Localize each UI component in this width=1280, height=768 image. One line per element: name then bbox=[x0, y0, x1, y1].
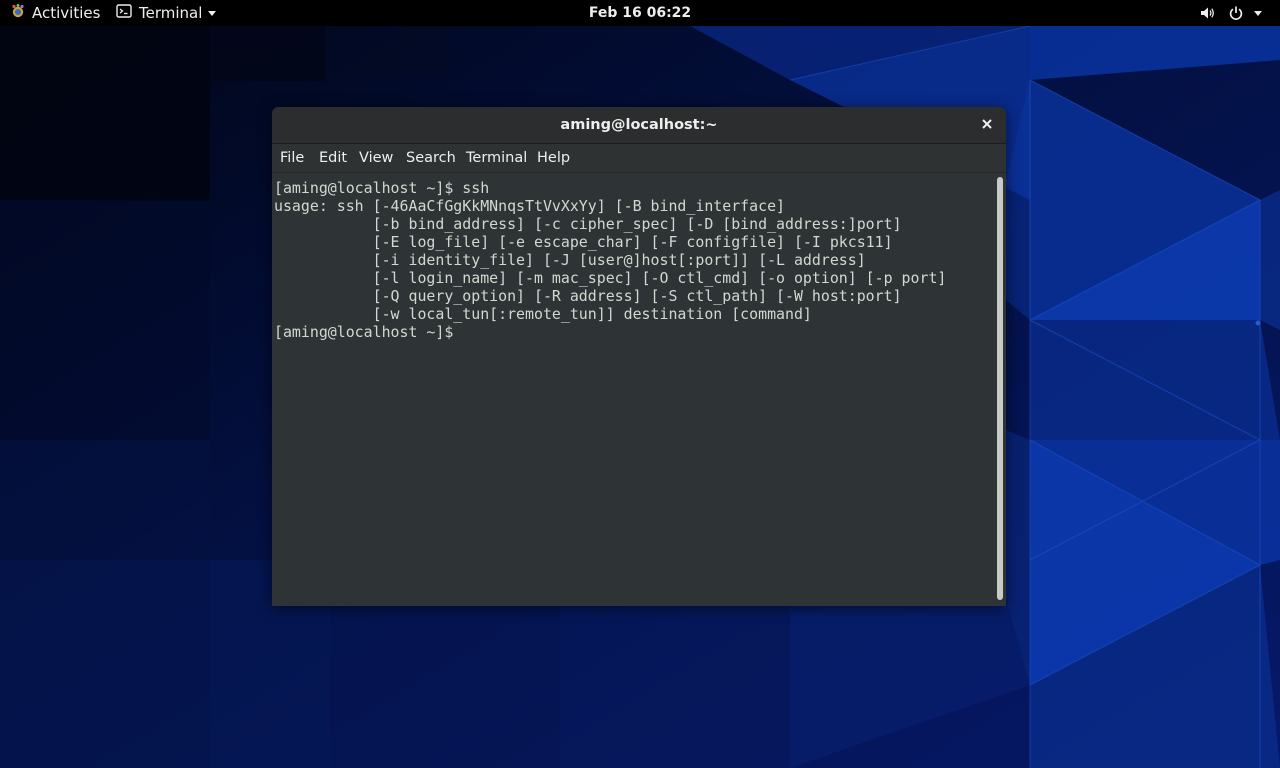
chevron-down-icon bbox=[208, 10, 217, 16]
terminal-output-area[interactable]: [aming@localhost ~]$ ssh usage: ssh [-46A… bbox=[272, 173, 1006, 606]
power-icon[interactable] bbox=[1228, 0, 1244, 26]
menu-file[interactable]: File bbox=[280, 144, 304, 172]
terminal-line: [aming@localhost ~]$ ssh bbox=[274, 179, 490, 197]
terminal-line: [-w local_tun[:remote_tun]] destination … bbox=[274, 305, 812, 323]
window-titlebar[interactable]: aming@localhost:~ bbox=[272, 107, 1006, 144]
terminal-line: [-i identity_file] [-J [user@]host[:port… bbox=[274, 251, 866, 269]
terminal-line: [-E log_file] [-e escape_char] [-F confi… bbox=[274, 233, 893, 251]
terminal-scrollbar[interactable] bbox=[994, 173, 1006, 606]
terminal-line: [-Q query_option] [-R address] [-S ctl_p… bbox=[274, 287, 902, 305]
menu-view[interactable]: View bbox=[359, 144, 393, 172]
volume-icon[interactable] bbox=[1200, 0, 1216, 26]
scrollbar-thumb[interactable] bbox=[997, 177, 1003, 600]
menu-bar: File Edit View Search Terminal Help bbox=[272, 144, 1006, 173]
terminal-line: usage: ssh [-46AaCfGgKkMNnqsTtVvXxYy] [-… bbox=[274, 197, 786, 215]
terminal-text: [aming@localhost ~]$ ssh usage: ssh [-46A… bbox=[274, 179, 946, 341]
terminal-icon bbox=[116, 3, 132, 23]
gnome-foot-icon bbox=[10, 3, 26, 23]
system-menu-chevron-down-icon[interactable] bbox=[1254, 0, 1262, 26]
app-menu-button[interactable]: Terminal bbox=[116, 0, 217, 26]
top-bar: Activities Terminal Feb 16 06:22 bbox=[0, 0, 1280, 26]
terminal-window: aming@localhost:~ File Edit View Search … bbox=[272, 107, 1006, 606]
activities-label: Activities bbox=[32, 4, 101, 22]
terminal-cursor bbox=[462, 324, 471, 340]
menu-search[interactable]: Search bbox=[406, 144, 456, 172]
clock-button[interactable]: Feb 16 06:22 bbox=[589, 5, 691, 21]
window-title: aming@localhost:~ bbox=[560, 117, 718, 133]
chevron-down-icon bbox=[1254, 10, 1262, 16]
terminal-prompt: [aming@localhost ~]$ bbox=[274, 323, 463, 341]
close-button[interactable] bbox=[976, 114, 998, 136]
app-menu-label: Terminal bbox=[139, 4, 203, 22]
terminal-prompt-line: [aming@localhost ~]$ bbox=[274, 323, 946, 341]
menu-terminal[interactable]: Terminal bbox=[466, 144, 527, 172]
activities-button[interactable]: Activities bbox=[10, 0, 100, 26]
terminal-line: [-l login_name] [-m mac_spec] [-O ctl_cm… bbox=[274, 269, 947, 287]
close-icon bbox=[982, 117, 992, 133]
menu-help[interactable]: Help bbox=[537, 144, 570, 172]
menu-edit[interactable]: Edit bbox=[319, 144, 347, 172]
terminal-line: [-b bind_address] [-c cipher_spec] [-D [… bbox=[274, 215, 902, 233]
